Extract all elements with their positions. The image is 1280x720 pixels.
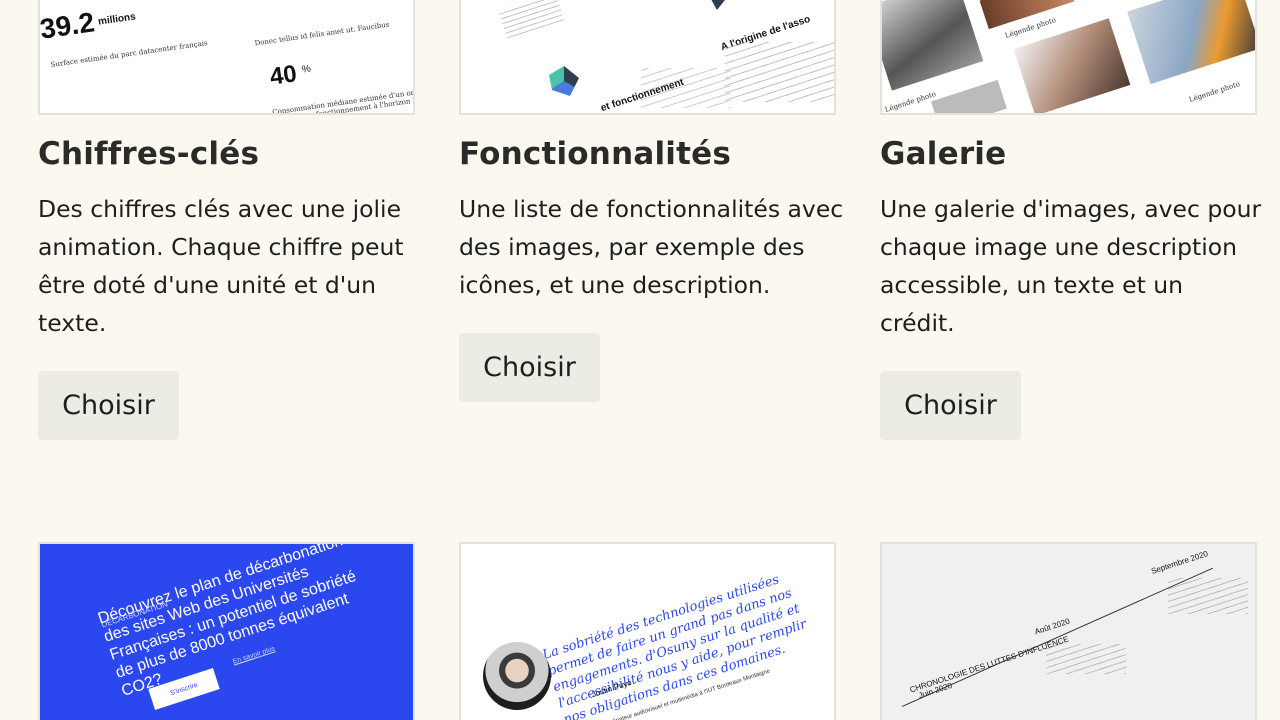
choose-button[interactable]: Choisir xyxy=(38,371,179,440)
avatar xyxy=(483,642,551,710)
preview-big-value: 39.2 xyxy=(38,6,97,45)
gallery-photo xyxy=(1127,0,1255,85)
choose-button[interactable]: Choisir xyxy=(459,333,600,402)
gallery-photo xyxy=(882,0,984,91)
call-to-action-preview-image: DÉCARBONATION Découvrez le plan de décar… xyxy=(38,542,415,720)
gallery-legend: Légende photo xyxy=(1188,80,1241,104)
preview-feature-icon xyxy=(549,66,579,96)
block-title: Fonctionnalités xyxy=(459,136,732,172)
gallery-legend: Légende photo xyxy=(884,90,937,114)
preview-text-lines xyxy=(725,42,834,102)
preview-icon-shape xyxy=(707,0,727,10)
block-description: Des chiffres clés avec une jolie animati… xyxy=(38,195,404,337)
chiffres-cles-preview-image: 39.2 millions Surface estimée du parc da… xyxy=(38,0,415,115)
block-title: Chiffres-clés xyxy=(38,136,260,172)
preview-caption-1: Surface estimée du parc datacenter franç… xyxy=(50,39,209,69)
chronologie-preview-image: CHRONOLOGIE DES LUTTES D'INFLUENCE Juin … xyxy=(880,542,1257,720)
block-description: Une galerie d'images, avec pour chaque i… xyxy=(880,195,1262,337)
preview-percent-value: 40 xyxy=(268,60,299,91)
choose-button[interactable]: Choisir xyxy=(880,371,1021,440)
preview-text-lines xyxy=(1168,578,1248,614)
block-description: Une liste de fonctionnalités avec des im… xyxy=(459,195,844,299)
preview-headline: Découvrez le plan de décarbonation des s… xyxy=(95,542,359,700)
preview-big-unit: millions xyxy=(97,11,137,28)
preview-text-lines xyxy=(1046,644,1126,674)
preview-percent-unit: % xyxy=(301,63,312,76)
gallery-photo xyxy=(1013,18,1131,113)
block-title: Galerie xyxy=(880,136,1007,172)
preview-text-lines xyxy=(641,68,731,108)
fonctionnalites-preview-image: A l'origine de l'asso et fonctionnement xyxy=(459,0,836,115)
preview-caption-2: Donec tellus id felis amet ut. Faucibus xyxy=(254,20,390,48)
gallery-photo xyxy=(931,79,1007,113)
galerie-preview-image: Légende photo Légende photo Légende phot… xyxy=(880,0,1257,115)
preview-text-lines xyxy=(497,0,565,39)
temoignage-preview-image: La sobriété des technologies utilisées p… xyxy=(459,542,836,720)
